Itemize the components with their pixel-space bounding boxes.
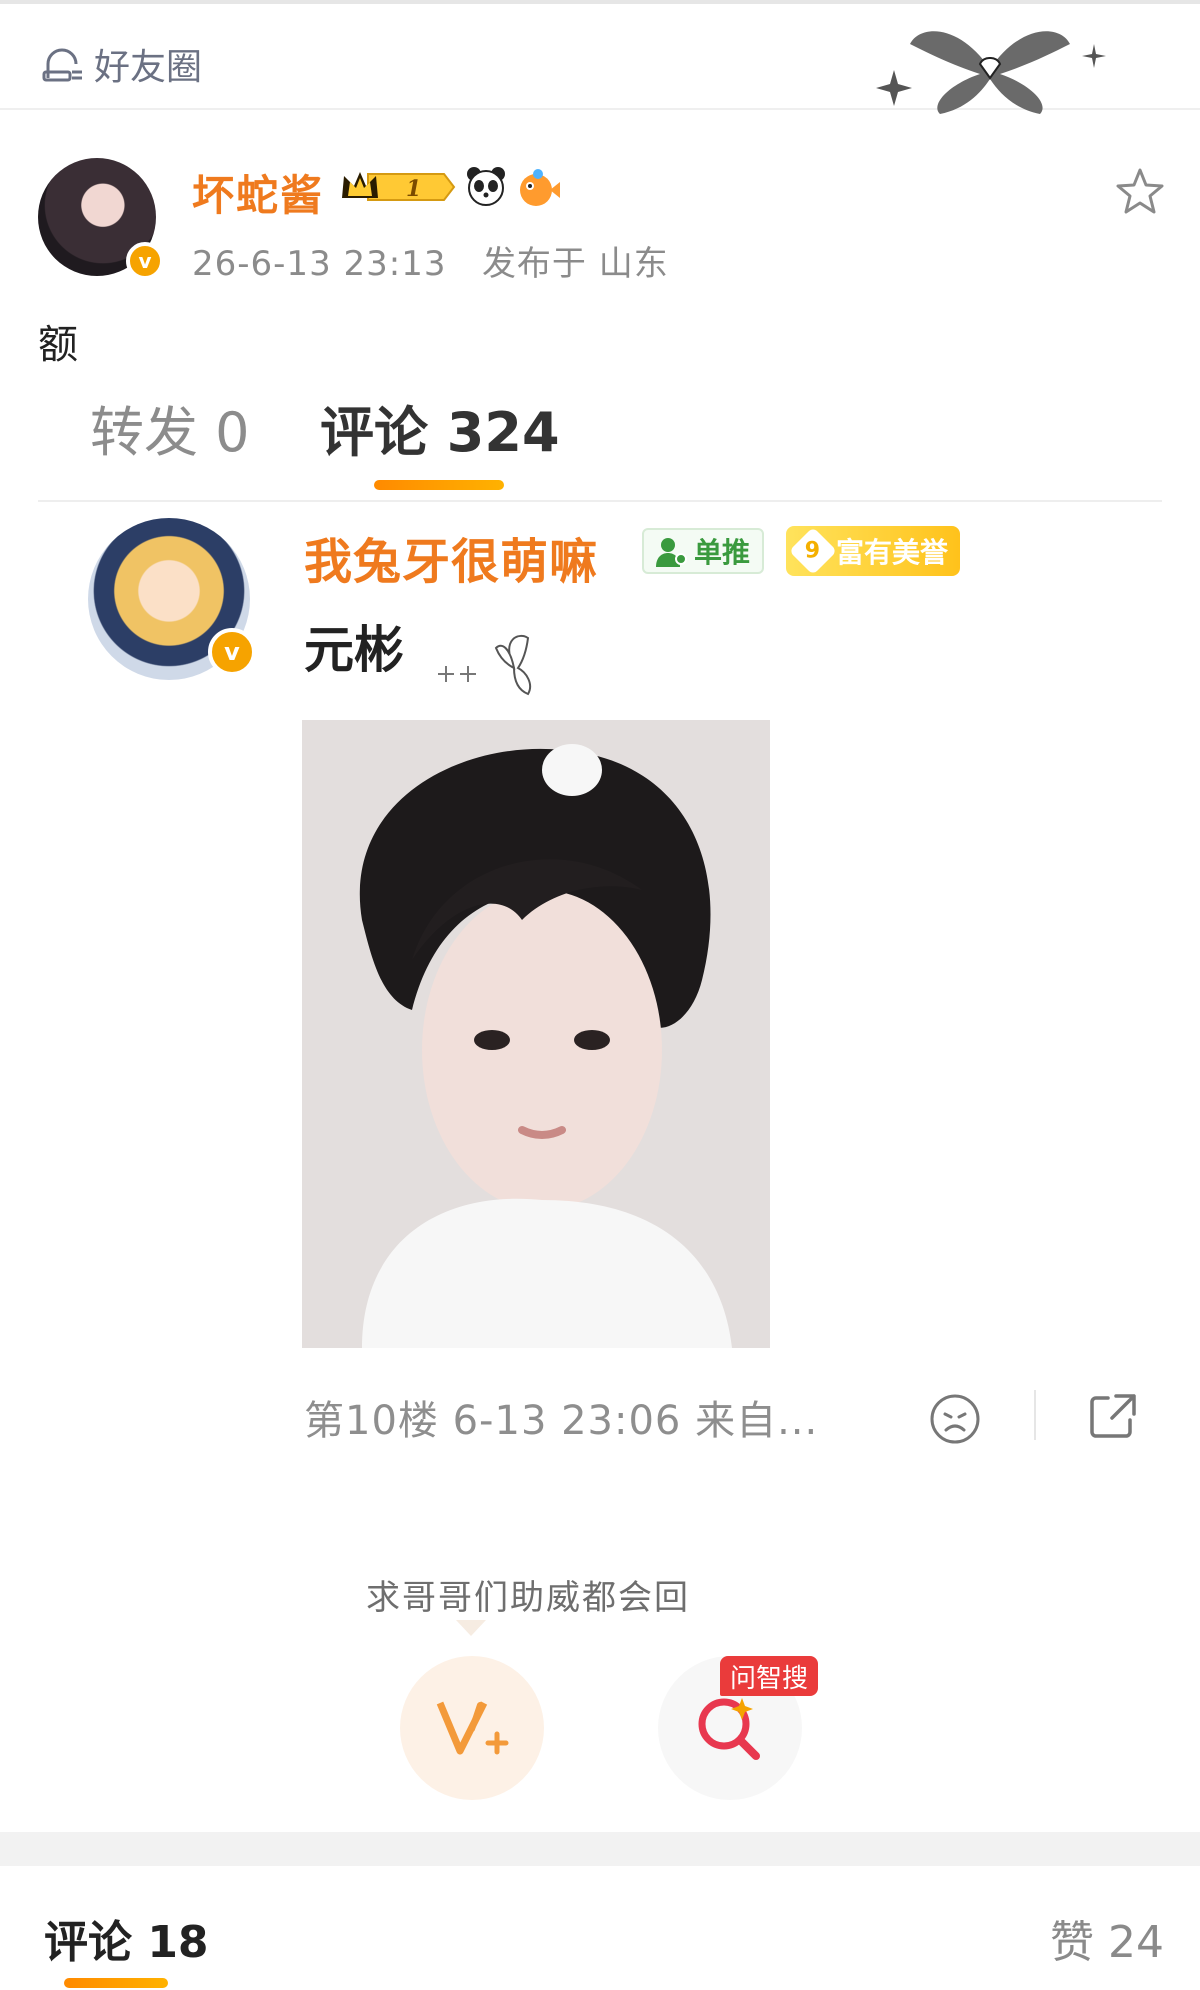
reputation-label: 富有美誉: [836, 536, 949, 569]
active-tab-indicator: [64, 1978, 168, 1988]
comment-text: 元彬: [304, 621, 404, 679]
hint-pointer-icon: [456, 1620, 486, 1636]
butterfly-decoration-icon: [876, 31, 1106, 114]
search-sparkle-icon: [698, 1698, 760, 1760]
divider: [1034, 1390, 1036, 1440]
friend-circle-label: 好友圈: [94, 47, 203, 88]
hint-bubble: 求哥哥们助威都会回: [366, 1578, 690, 1618]
sparkle-butterfly-icon: [438, 634, 532, 696]
ask-badge: 问智搜: [720, 1656, 819, 1696]
v-plus-icon: [436, 1701, 509, 1755]
tab-comments[interactable]: 评论 324: [320, 388, 560, 467]
favorite-star-icon[interactable]: [1112, 164, 1168, 220]
portrait-image: [302, 720, 770, 1348]
level-number: 1: [406, 176, 421, 202]
panda-icon: [467, 167, 505, 206]
comment-meta: 第10楼 6-13 23:06 来自...: [304, 1398, 819, 1444]
crown-level-badge-icon: 1: [342, 172, 456, 202]
sad-face-icon[interactable]: [928, 1392, 982, 1446]
reputation-level: 9: [805, 538, 821, 564]
boost-button[interactable]: [400, 1656, 544, 1800]
bottom-bar: 评论 18 赞 24: [0, 1866, 1200, 1990]
author-name[interactable]: 坏蛇酱: [192, 162, 324, 223]
comments-count-tab[interactable]: 评论 18: [44, 1906, 209, 1970]
post-location: 发布于 山东: [481, 244, 669, 284]
share-icon[interactable]: [1086, 1390, 1140, 1444]
divider: [38, 500, 1162, 502]
likes-count[interactable]: 赞 24: [1050, 1906, 1164, 1970]
verified-icon: v: [208, 628, 256, 676]
active-tab-indicator: [374, 480, 504, 490]
post-header: v 坏蛇酱 1 26-6-13 23:13 发布于 山东: [38, 150, 1178, 290]
post-meta: 26-6-13 23:13 发布于 山东: [192, 236, 669, 285]
reputation-level-icon: 9: [788, 526, 838, 576]
post-body: 额: [38, 322, 78, 368]
author-avatar[interactable]: v: [38, 158, 164, 280]
verified-icon: v: [126, 242, 164, 280]
single-fan-tag[interactable]: 单推: [642, 528, 765, 574]
tab-repost[interactable]: 转发 0: [90, 388, 250, 467]
commenter-avatar[interactable]: v: [88, 518, 256, 680]
section-separator: [0, 1832, 1200, 1866]
pufferfish-icon: [520, 169, 560, 206]
friend-circle-button[interactable]: 好友圈: [38, 38, 202, 90]
comment-item: v 我兔牙很萌嘛 单推 9 富有美誉 元彬 第10楼 6-13 23:06 来自…: [0, 510, 1200, 1470]
friend-circle-icon: [42, 48, 82, 82]
post-tabs: 转发 0 评论 324: [90, 388, 690, 498]
top-bar: 好友圈: [0, 0, 1200, 114]
comment-photo[interactable]: [302, 720, 770, 1348]
user-icon: [656, 538, 687, 567]
single-fan-label: 单推: [694, 536, 751, 569]
commenter-name[interactable]: 我兔牙很萌嘛: [304, 522, 598, 592]
reputation-tag[interactable]: 9 富有美誉: [786, 526, 961, 576]
post-timestamp: 26-6-13 23:13: [192, 244, 447, 284]
